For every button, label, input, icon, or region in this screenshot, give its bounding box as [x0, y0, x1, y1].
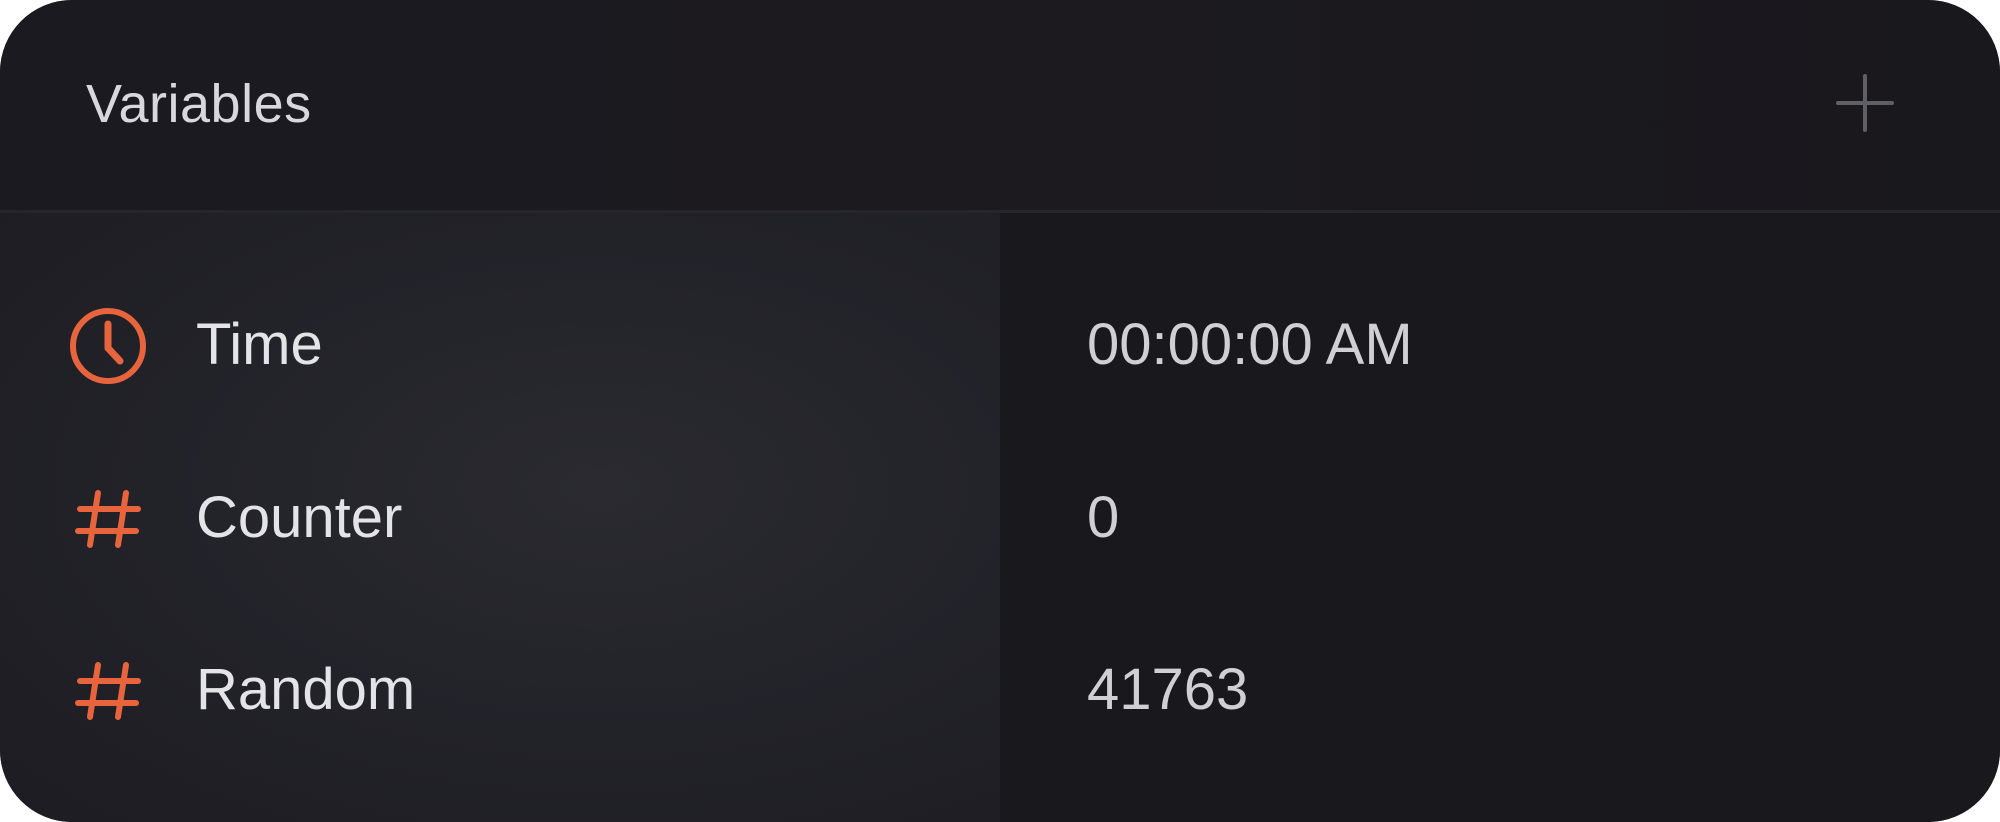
variables-panel: Variables Time 00:00:00 AM Counter 0 Ran… — [0, 0, 2000, 822]
panel-header: Variables — [0, 0, 2000, 210]
variable-row-counter[interactable]: Counter 0 — [0, 451, 2000, 571]
variable-value: 00:00:00 AM — [1087, 312, 1413, 377]
variable-name: Counter — [196, 485, 403, 550]
hash-icon — [68, 651, 148, 731]
plus-icon — [1836, 74, 1894, 132]
add-variable-button[interactable] — [1834, 72, 1896, 134]
header-divider — [0, 210, 2000, 213]
panel-title: Variables — [86, 74, 312, 134]
variable-name: Random — [196, 657, 416, 722]
hash-icon — [68, 479, 148, 559]
variable-value: 41763 — [1087, 657, 1249, 722]
clock-icon — [68, 306, 148, 386]
variable-row-time[interactable]: Time 00:00:00 AM — [0, 278, 2000, 398]
variable-name: Time — [196, 312, 323, 377]
variable-value: 0 — [1087, 485, 1120, 550]
variable-row-random[interactable]: Random 41763 — [0, 623, 2000, 743]
